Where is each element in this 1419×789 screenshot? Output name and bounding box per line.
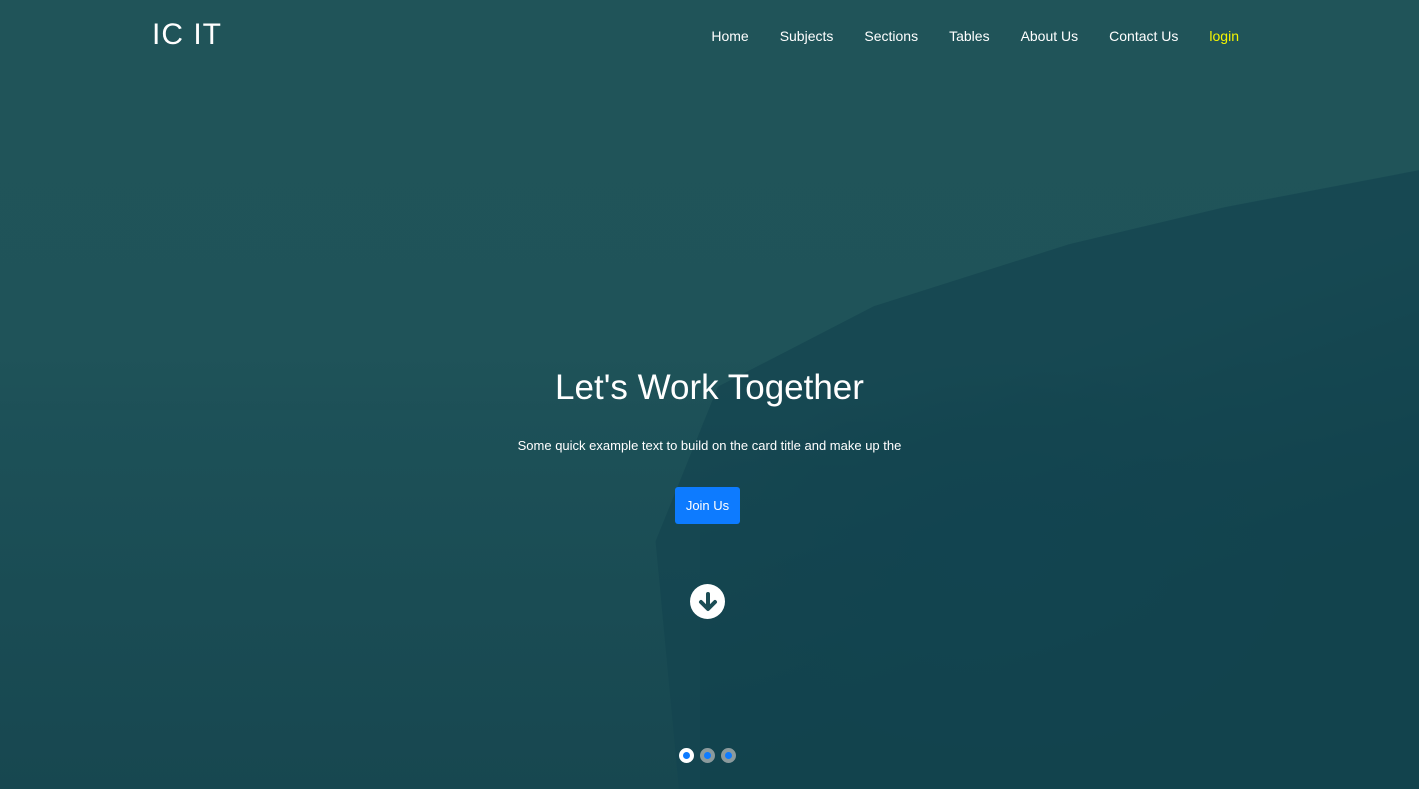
navbar: IC IT Home Subjects Sections Tables Abou… — [0, 0, 1419, 72]
nav-tables[interactable]: Tables — [949, 28, 989, 44]
hero-subtitle: Some quick example text to build on the … — [517, 438, 902, 453]
background-rocks — [655, 170, 1419, 789]
hero-title: Let's Work Together — [555, 368, 864, 407]
carousel-dot-3[interactable] — [721, 748, 736, 763]
nav-subjects[interactable]: Subjects — [780, 28, 834, 44]
nav-contact-us[interactable]: Contact Us — [1109, 28, 1178, 44]
join-us-button[interactable]: Join Us — [675, 487, 740, 524]
nav-home[interactable]: Home — [711, 28, 748, 44]
nav-sections[interactable]: Sections — [864, 28, 918, 44]
nav-links: Home Subjects Sections Tables About Us C… — [711, 28, 1239, 44]
hero-section: IC IT Home Subjects Sections Tables Abou… — [0, 0, 1419, 789]
arrow-down-circle-icon[interactable] — [690, 584, 725, 619]
nav-login[interactable]: login — [1209, 28, 1239, 44]
carousel-indicators — [679, 748, 736, 763]
carousel-dot-2[interactable] — [700, 748, 715, 763]
background-sea — [0, 410, 700, 789]
carousel-dot-1[interactable] — [679, 748, 694, 763]
nav-about-us[interactable]: About Us — [1021, 28, 1079, 44]
brand-logo[interactable]: IC IT — [152, 18, 222, 52]
